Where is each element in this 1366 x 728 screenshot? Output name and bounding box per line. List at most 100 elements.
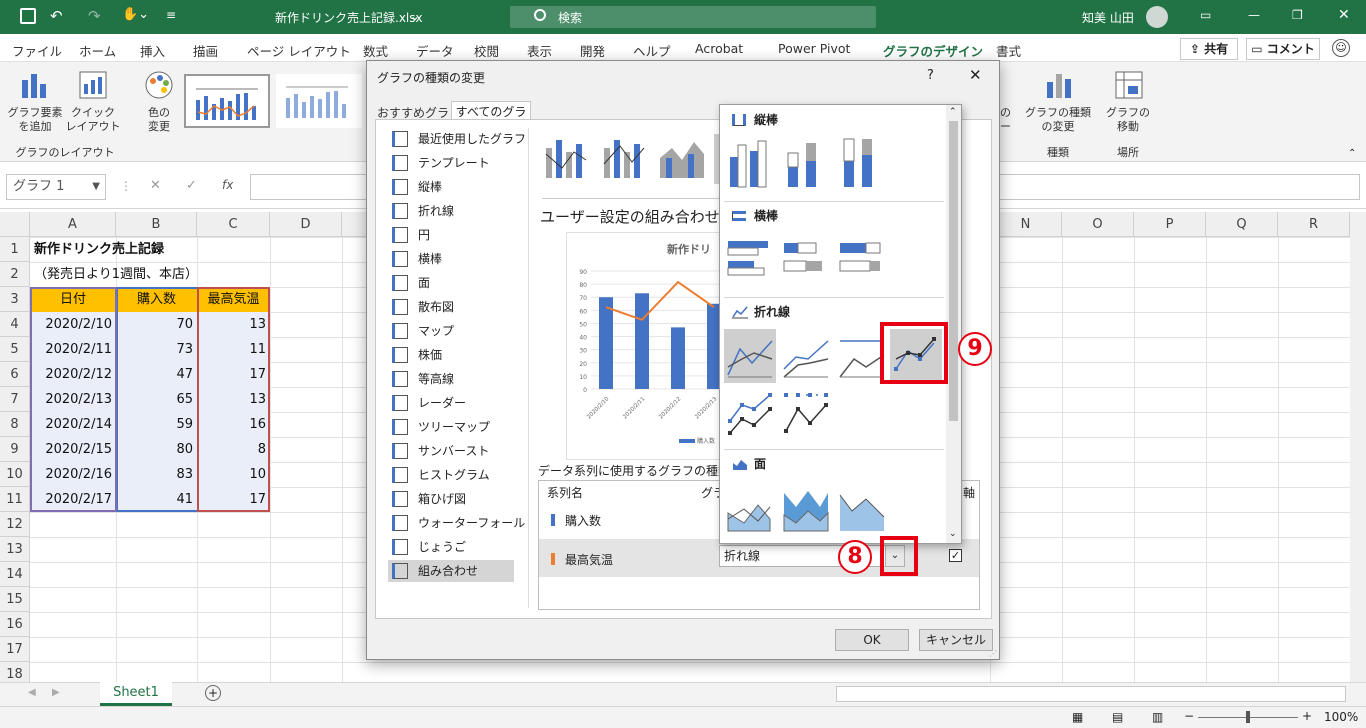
row-header[interactable]: 6 bbox=[0, 362, 30, 387]
chart-type-item[interactable]: 散布図 bbox=[388, 296, 514, 318]
area-thumbs[interactable] bbox=[724, 483, 894, 533]
row-header[interactable]: 8 bbox=[0, 412, 30, 437]
normal-view-icon[interactable]: ▦ bbox=[1072, 710, 1083, 724]
tab-home[interactable]: ホーム bbox=[79, 41, 116, 60]
tab-insert[interactable]: 挿入 bbox=[140, 41, 165, 60]
col-header-r[interactable]: R bbox=[1278, 212, 1350, 237]
row-header[interactable]: 17 bbox=[0, 637, 30, 662]
row-header[interactable]: 3 bbox=[0, 287, 30, 312]
quick-layout-button[interactable]: クイック レイアウト bbox=[60, 106, 126, 134]
data-cell[interactable]: 80 bbox=[116, 437, 197, 462]
chart-type-item[interactable]: じょうご bbox=[388, 536, 514, 558]
col-header-a[interactable]: A bbox=[30, 212, 116, 237]
data-cell[interactable]: 2020/2/17 bbox=[30, 487, 116, 512]
thumb-stacked-line[interactable] bbox=[780, 329, 832, 383]
data-cell[interactable]: 17 bbox=[197, 362, 270, 387]
close-icon[interactable]: ✕ bbox=[969, 66, 982, 84]
chart-type-item[interactable]: 縦棒 bbox=[388, 176, 514, 198]
chevron-down-icon[interactable]: ▼ bbox=[92, 175, 100, 199]
data-cell[interactable]: 10 bbox=[197, 462, 270, 487]
chart-type-item[interactable]: 株価 bbox=[388, 344, 514, 366]
tab-data[interactable]: データ bbox=[416, 41, 454, 60]
tab-draw[interactable]: 描画 bbox=[193, 41, 218, 60]
customize-qat-icon[interactable]: ≡ bbox=[166, 8, 176, 22]
resize-grip-icon[interactable]: ⋰ bbox=[989, 649, 997, 658]
smiley-icon[interactable]: ☺ bbox=[1332, 39, 1350, 57]
cell-title[interactable]: 新作ドリンク売上記録 bbox=[30, 237, 168, 262]
move-chart-button[interactable]: グラフの 移動 bbox=[1102, 106, 1154, 134]
function-icon[interactable]: fx bbox=[222, 178, 233, 192]
tab-help[interactable]: ヘルプ bbox=[633, 41, 671, 60]
row-header[interactable]: 2 bbox=[0, 262, 30, 287]
header-date[interactable]: 日付 bbox=[30, 287, 116, 312]
palette-icon[interactable] bbox=[144, 70, 174, 100]
combo-subtype-thumbs[interactable] bbox=[542, 134, 724, 184]
col-header-c[interactable]: C bbox=[197, 212, 270, 237]
collapse-ribbon-icon[interactable]: ⌃ bbox=[1348, 148, 1356, 159]
data-cell[interactable]: 83 bbox=[116, 462, 197, 487]
row-header[interactable]: 1 bbox=[0, 237, 30, 262]
column-thumbs[interactable] bbox=[724, 137, 884, 189]
chart-type-item[interactable]: 横棒 bbox=[388, 248, 514, 270]
chart-type-item[interactable]: ウォーターフォール bbox=[388, 512, 525, 534]
tab-review[interactable]: 校閲 bbox=[474, 41, 499, 60]
secondary-axis-checkbox[interactable]: ✓ bbox=[949, 549, 962, 562]
chart-type-item[interactable]: サンバースト bbox=[388, 440, 514, 462]
add-sheet-icon[interactable]: + bbox=[205, 685, 221, 701]
vertical-scrollbar[interactable] bbox=[1350, 212, 1366, 682]
search-box[interactable]: 検索 bbox=[510, 6, 876, 28]
row-header[interactable]: 15 bbox=[0, 587, 30, 612]
row-header[interactable]: 4 bbox=[0, 312, 30, 337]
col-header-b[interactable]: B bbox=[116, 212, 197, 237]
data-cell[interactable]: 59 bbox=[116, 412, 197, 437]
horizontal-scrollbar[interactable] bbox=[836, 686, 1346, 702]
add-chart-element-button[interactable]: グラフ要素 を追加 bbox=[4, 106, 66, 134]
chart-style-2[interactable] bbox=[276, 74, 362, 128]
col-header-n[interactable]: N bbox=[990, 212, 1062, 237]
sheet-tab-sheet1[interactable]: Sheet1 bbox=[100, 682, 172, 706]
data-cell[interactable]: 2020/2/16 bbox=[30, 462, 116, 487]
data-cell[interactable]: 17 bbox=[197, 487, 270, 512]
touch-mode-icon[interactable]: ✋⌄ bbox=[122, 7, 149, 22]
data-cell[interactable]: 13 bbox=[197, 312, 270, 337]
move-chart-icon[interactable] bbox=[1114, 70, 1144, 100]
data-cell[interactable]: 2020/2/14 bbox=[30, 412, 116, 437]
scroll-thumb[interactable] bbox=[949, 121, 958, 421]
chart-type-item[interactable]: 折れ線 bbox=[388, 200, 514, 222]
undo-icon[interactable]: ↶ bbox=[50, 7, 63, 25]
scroll-up-icon[interactable]: ⌃ bbox=[949, 107, 957, 117]
share-button[interactable]: ⇪ 共有 bbox=[1180, 38, 1238, 60]
comment-button[interactable]: ▭ コメント bbox=[1246, 38, 1320, 60]
cancel-icon[interactable]: ✕ bbox=[150, 178, 161, 193]
row-header[interactable]: 16 bbox=[0, 612, 30, 637]
data-cell[interactable]: 2020/2/15 bbox=[30, 437, 116, 462]
data-cell[interactable]: 11 bbox=[197, 337, 270, 362]
row-header[interactable]: 10 bbox=[0, 462, 30, 487]
header-max-temp[interactable]: 最高気温 bbox=[197, 287, 270, 312]
thumb-stacked-line-markers[interactable] bbox=[724, 387, 776, 441]
col-header-o[interactable]: O bbox=[1062, 212, 1134, 237]
ok-button[interactable]: OK bbox=[835, 629, 909, 651]
chart-type-item[interactable]: 組み合わせ bbox=[388, 560, 514, 582]
scroll-left-icon[interactable]: ◀ bbox=[28, 687, 36, 698]
chart-style-1[interactable] bbox=[184, 74, 270, 128]
page-layout-view-icon[interactable]: ▤ bbox=[1112, 710, 1123, 724]
avatar[interactable] bbox=[1146, 6, 1168, 28]
minimize-icon[interactable]: — bbox=[1248, 8, 1260, 22]
data-cell[interactable]: 2020/2/11 bbox=[30, 337, 116, 362]
data-cell[interactable]: 65 bbox=[116, 387, 197, 412]
tab-developer[interactable]: 開発 bbox=[580, 41, 605, 60]
tab-format[interactable]: 書式 bbox=[996, 41, 1021, 60]
tab-power-pivot[interactable]: Power Pivot bbox=[778, 41, 850, 56]
cancel-button[interactable]: キャンセル bbox=[919, 629, 993, 651]
chevron-down-icon[interactable]: ⌄ bbox=[410, 9, 420, 23]
col-header-p[interactable]: P bbox=[1134, 212, 1206, 237]
select-all-corner[interactable] bbox=[0, 212, 30, 237]
row-header[interactable]: 11 bbox=[0, 487, 30, 512]
zoom-slider-thumb[interactable] bbox=[1246, 711, 1250, 723]
ribbon-display-icon[interactable]: ▭ bbox=[1200, 8, 1211, 22]
data-cell[interactable]: 2020/2/13 bbox=[30, 387, 116, 412]
data-cell[interactable]: 2020/2/12 bbox=[30, 362, 116, 387]
row-header[interactable]: 5 bbox=[0, 337, 30, 362]
save-icon[interactable] bbox=[20, 8, 36, 24]
